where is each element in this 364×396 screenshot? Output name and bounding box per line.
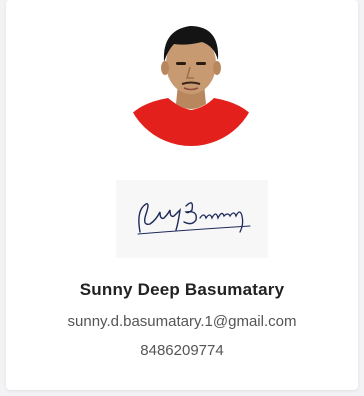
profile-card: Sunny Deep Basumatary sunny.d.basumatary… bbox=[6, 0, 358, 390]
profile-phone: 8486209774 bbox=[140, 342, 224, 359]
profile-photo-icon bbox=[124, 12, 258, 146]
signature-icon bbox=[116, 180, 268, 258]
profile-name: Sunny Deep Basumatary bbox=[79, 280, 285, 299]
profile-email: sunny.d.basumatary.1@gmail.com bbox=[67, 313, 297, 330]
